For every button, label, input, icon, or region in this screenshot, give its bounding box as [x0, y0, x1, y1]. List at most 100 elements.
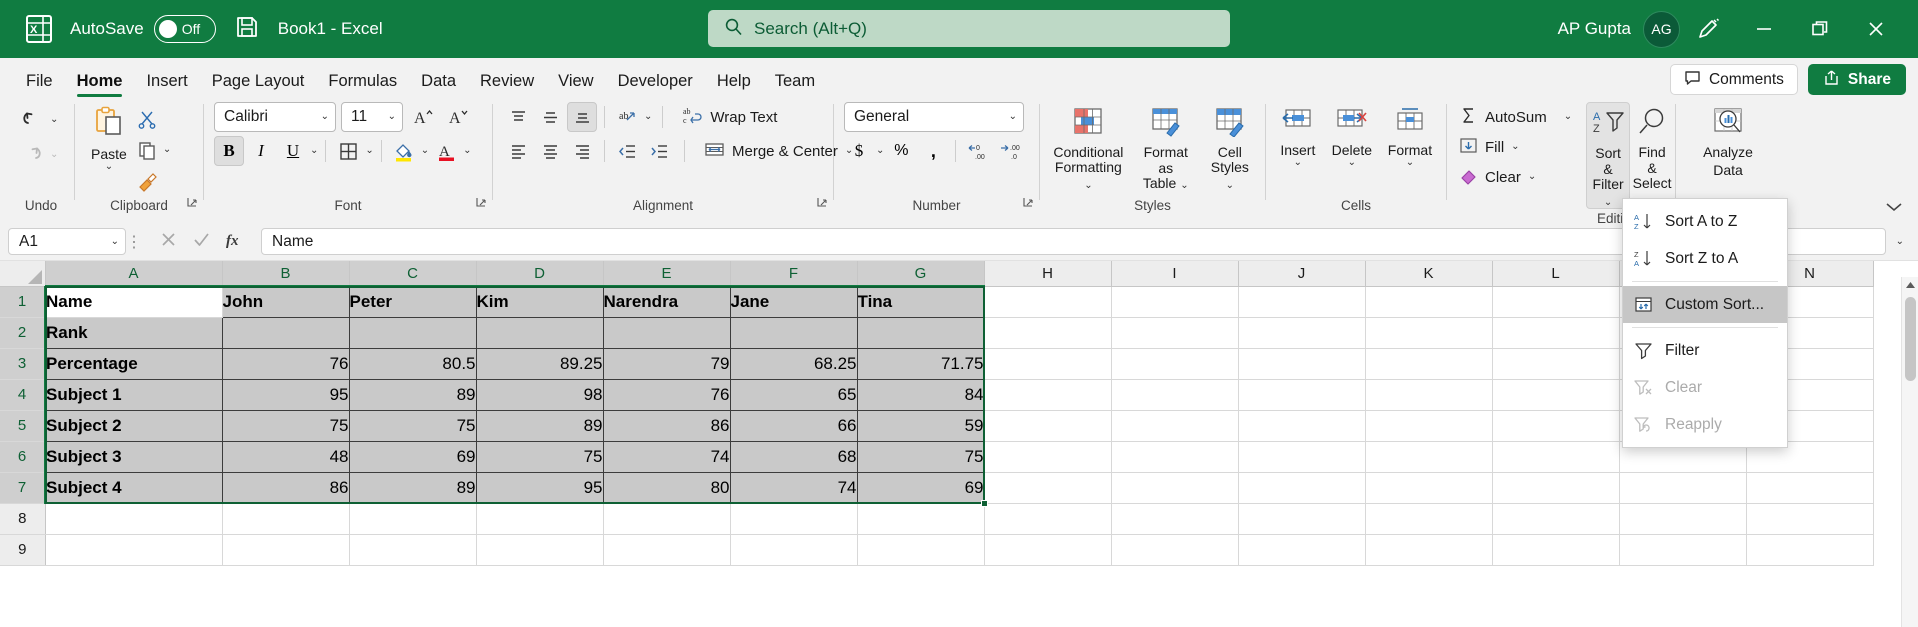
scroll-up-arrow-icon[interactable]: [1902, 277, 1918, 294]
underline-dropdown-chevron-icon[interactable]: ⌄: [310, 146, 318, 156]
save-icon[interactable]: [234, 14, 260, 45]
avatar[interactable]: AG: [1643, 10, 1680, 48]
column-header-l[interactable]: L: [1492, 261, 1620, 287]
cell-b1[interactable]: John: [222, 286, 350, 318]
cell-a6[interactable]: Subject 3: [45, 441, 223, 473]
format-cells-button[interactable]: Format ⌄: [1382, 104, 1438, 168]
cell-g1[interactable]: Tina: [857, 286, 985, 318]
cell-e5[interactable]: 86: [603, 410, 731, 442]
tab-home[interactable]: Home: [65, 64, 135, 98]
cell-d7[interactable]: 95: [476, 472, 604, 504]
font-size-combo[interactable]: 11 ⌄: [341, 102, 403, 132]
cell-d6[interactable]: 75: [476, 441, 604, 473]
cell-h4[interactable]: [984, 379, 1112, 411]
column-header-b[interactable]: B: [222, 261, 350, 287]
cell-e1[interactable]: Narendra: [603, 286, 731, 318]
cell-styles-button[interactable]: Cell Styles ⌄: [1201, 104, 1259, 191]
cell-l3[interactable]: [1492, 348, 1620, 380]
row-header-6[interactable]: 6: [0, 441, 46, 473]
cell-h7[interactable]: [984, 472, 1112, 504]
conditional-formatting-chevron-icon[interactable]: ⌄: [1084, 180, 1092, 191]
align-bottom-icon[interactable]: [567, 102, 597, 132]
cell-e6[interactable]: 74: [603, 441, 731, 473]
cell-f8[interactable]: [730, 503, 858, 535]
share-button[interactable]: Share: [1807, 64, 1906, 95]
expand-formula-bar-icon[interactable]: ⌄: [1896, 236, 1904, 247]
column-header-k[interactable]: K: [1365, 261, 1493, 287]
column-header-f[interactable]: F: [730, 261, 858, 287]
cell-a2[interactable]: Rank: [45, 317, 223, 349]
cell-d9[interactable]: [476, 534, 604, 566]
cell-k5[interactable]: [1365, 410, 1493, 442]
cell-e2[interactable]: [603, 317, 731, 349]
autosave-toggle[interactable]: Off: [153, 15, 216, 43]
cell-d3[interactable]: 89.25: [476, 348, 604, 380]
borders-dropdown-chevron-icon[interactable]: ⌄: [365, 146, 373, 156]
tab-team[interactable]: Team: [763, 64, 827, 98]
cell-a4[interactable]: Subject 1: [45, 379, 223, 411]
selection-fill-handle[interactable]: [981, 500, 988, 507]
menu-item-filter[interactable]: Filter: [1623, 332, 1787, 369]
delete-cells-button[interactable]: Delete ⌄: [1326, 104, 1378, 168]
cell-g6[interactable]: 75: [857, 441, 985, 473]
tab-data[interactable]: Data: [409, 64, 468, 98]
cell-e4[interactable]: 76: [603, 379, 731, 411]
conditional-formatting-button[interactable]: Conditional Formatting ⌄: [1046, 104, 1131, 191]
tab-formulas[interactable]: Formulas: [316, 64, 409, 98]
percent-style-icon[interactable]: %: [886, 136, 916, 166]
cell-j7[interactable]: [1238, 472, 1366, 504]
cell-styles-chevron-icon[interactable]: ⌄: [1226, 180, 1234, 191]
align-right-icon[interactable]: [567, 136, 597, 166]
cell-m8[interactable]: [1619, 503, 1747, 535]
paste-button[interactable]: Paste ⌄: [85, 102, 133, 172]
cell-a1[interactable]: Name: [45, 286, 223, 318]
decrease-font-size-icon[interactable]: A: [443, 102, 473, 132]
cell-j9[interactable]: [1238, 534, 1366, 566]
cell-i9[interactable]: [1111, 534, 1239, 566]
cell-f5[interactable]: 66: [730, 410, 858, 442]
underline-button[interactable]: U: [278, 136, 308, 166]
cell-a5[interactable]: Subject 2: [45, 410, 223, 442]
copy-button[interactable]: [133, 135, 163, 165]
cell-g2[interactable]: [857, 317, 985, 349]
insert-dropdown-chevron-icon[interactable]: ⌄: [1294, 158, 1302, 168]
number-format-combo[interactable]: General ⌄: [844, 102, 1024, 132]
cell-c4[interactable]: 89: [349, 379, 477, 411]
cell-l5[interactable]: [1492, 410, 1620, 442]
cut-button[interactable]: [133, 104, 163, 134]
minimize-icon[interactable]: [1736, 0, 1792, 58]
align-top-icon[interactable]: [503, 102, 533, 132]
font-color-icon[interactable]: A: [431, 136, 461, 166]
cell-b4[interactable]: 95: [222, 379, 350, 411]
cell-d8[interactable]: [476, 503, 604, 535]
column-header-e[interactable]: E: [603, 261, 731, 287]
format-as-table-chevron-icon[interactable]: ⌄: [1180, 180, 1188, 191]
cell-n8[interactable]: [1746, 503, 1874, 535]
cell-j8[interactable]: [1238, 503, 1366, 535]
restore-icon[interactable]: [1792, 0, 1848, 58]
row-header-8[interactable]: 8: [0, 503, 46, 535]
font-dialog-launcher[interactable]: [476, 196, 488, 214]
sort-filter-button[interactable]: A Z Sort & Filter ⌄: [1586, 102, 1631, 209]
clear-button[interactable]: Clear ⌄: [1453, 162, 1578, 192]
format-as-table-button[interactable]: Format as Table ⌄: [1131, 104, 1201, 191]
cell-e9[interactable]: [603, 534, 731, 566]
currency-dropdown-chevron-icon[interactable]: ⌄: [876, 146, 884, 156]
cell-l8[interactable]: [1492, 503, 1620, 535]
delete-dropdown-chevron-icon[interactable]: ⌄: [1348, 158, 1356, 168]
italic-button[interactable]: I: [246, 136, 276, 166]
undo-arrow-icon[interactable]: [20, 106, 44, 135]
cell-b6[interactable]: 48: [222, 441, 350, 473]
cell-c1[interactable]: Peter: [349, 286, 477, 318]
insert-cells-button[interactable]: Insert ⌄: [1274, 104, 1322, 168]
wrap-text-button[interactable]: ab c Wrap Text: [676, 102, 783, 132]
currency-dollar-icon[interactable]: $: [844, 136, 874, 166]
cell-g3[interactable]: 71.75: [857, 348, 985, 380]
row-header-5[interactable]: 5: [0, 410, 46, 442]
cell-a7[interactable]: Subject 4: [45, 472, 223, 504]
cell-h1[interactable]: [984, 286, 1112, 318]
column-header-d[interactable]: D: [476, 261, 604, 287]
cell-e8[interactable]: [603, 503, 731, 535]
cell-g4[interactable]: 84: [857, 379, 985, 411]
cell-n9[interactable]: [1746, 534, 1874, 566]
